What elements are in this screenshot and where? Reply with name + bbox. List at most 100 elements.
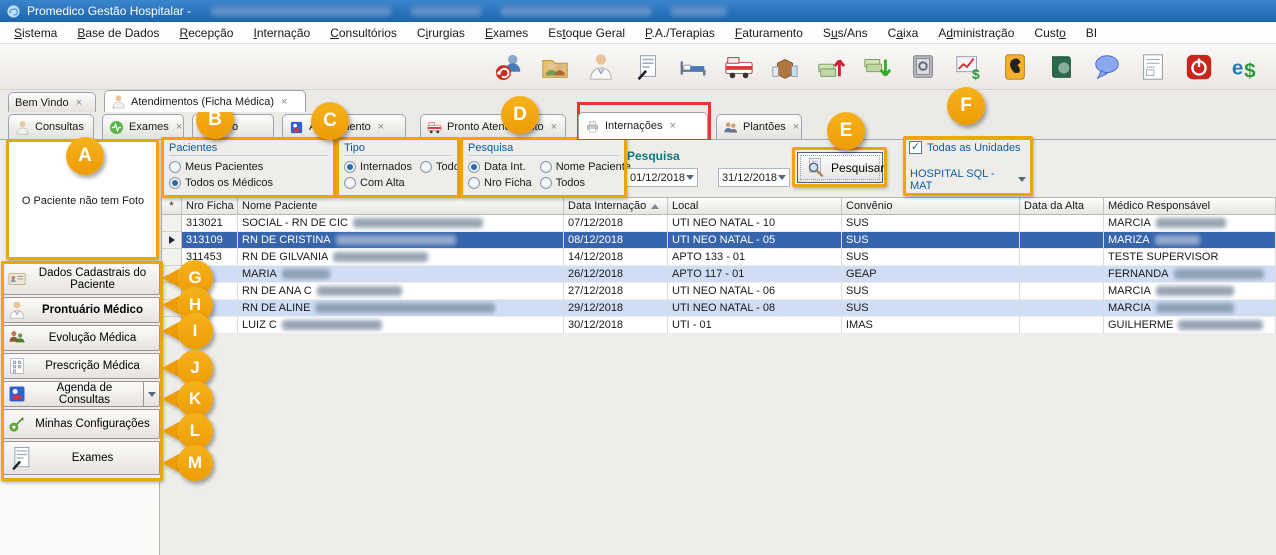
sidebar-button[interactable]: Prontuário Médico xyxy=(3,297,160,323)
cell-data-alta xyxy=(1020,249,1104,266)
menu-item[interactable]: Exames xyxy=(475,23,538,43)
toolbar-button[interactable] xyxy=(630,49,663,85)
toolbar-button[interactable] xyxy=(814,49,847,85)
menu-item[interactable]: Administração xyxy=(928,23,1024,43)
menu-item[interactable]: Custo xyxy=(1024,23,1075,43)
menu-item-label: Sus/Ans xyxy=(823,26,868,40)
toolbar-button[interactable] xyxy=(1044,49,1077,85)
table-row[interactable]: 31 RN DE ALINE 29/12/2018 UTI NEO NATAL … xyxy=(162,300,1276,317)
pesquisa-groupbox: Pesquisa Data Int. Nome Paciente Nro Fic… xyxy=(462,139,625,196)
date-from-input[interactable]: 01/12/2018 xyxy=(626,168,698,187)
column-header-medico[interactable]: Médico Responsável xyxy=(1104,198,1276,215)
sidebar-button[interactable]: Exames xyxy=(3,441,160,475)
table-row[interactable]: LUIZ C 30/12/2018 UTI - 01 IMAS GUILHERM… xyxy=(162,317,1276,334)
column-header-data-alta[interactable]: Data da Alta xyxy=(1020,198,1104,215)
menu-item[interactable]: BI xyxy=(1076,23,1107,43)
close-icon[interactable] xyxy=(378,121,384,133)
menu-item[interactable]: Faturamento xyxy=(725,23,813,43)
unit-select[interactable]: HOSPITAL SQL - MAT xyxy=(907,170,1029,189)
toolbar-button[interactable] xyxy=(492,49,525,85)
toolbar-button[interactable] xyxy=(538,49,571,85)
sidebar-button[interactable]: Agenda de Consultas xyxy=(3,381,160,407)
close-icon[interactable] xyxy=(76,97,82,109)
menu-item[interactable]: P.A./Terapias xyxy=(635,23,725,43)
column-header-nro-ficha[interactable]: Nro Ficha xyxy=(182,198,238,215)
close-icon[interactable] xyxy=(669,120,675,132)
radio-icon xyxy=(420,161,432,173)
column-header-convenio[interactable]: Convênio xyxy=(842,198,1020,215)
toolbar-button[interactable] xyxy=(584,49,617,85)
table-row[interactable]: 3 RN DE ANA C 27/12/2018 UTI NEO NATAL -… xyxy=(162,283,1276,300)
main-tab[interactable]: Bem Vindo xyxy=(8,92,96,112)
toolbar-button[interactable] xyxy=(998,49,1031,85)
toolbar-button[interactable] xyxy=(768,49,801,85)
column-header-data-internacao[interactable]: Data Internação xyxy=(564,198,668,215)
all-units-checkbox[interactable]: Todas as Unidades xyxy=(909,141,1021,154)
redacted-name xyxy=(1155,235,1200,245)
toolbar-button[interactable] xyxy=(1182,49,1215,85)
sub-tab[interactable]: Pronto Atendimento xyxy=(420,114,566,139)
sub-tab[interactable]: Exames xyxy=(102,114,184,139)
redacted-name xyxy=(1174,269,1264,279)
radio-option[interactable]: Todos xyxy=(420,161,465,173)
table-row[interactable]: 313021 SOCIAL - RN DE CIC 07/12/2018 UTI… xyxy=(162,215,1276,232)
radio-option[interactable]: Internados xyxy=(344,161,412,173)
invoice-icon xyxy=(1138,52,1168,82)
radio-option[interactable]: Nome Paciente xyxy=(540,161,631,173)
toolbar-button[interactable]: e$ xyxy=(1228,49,1261,85)
toolbar-button[interactable] xyxy=(906,49,939,85)
menu-item[interactable]: Cirurgias xyxy=(407,23,475,43)
menu-item[interactable]: Base de Dados xyxy=(67,23,169,43)
cell-data-internacao: 30/12/2018 xyxy=(564,317,668,334)
sidebar-button[interactable]: Minhas Configurações xyxy=(3,409,160,439)
cell-local: UTI NEO NATAL - 08 xyxy=(668,300,842,317)
sub-tab[interactable]: Plantões xyxy=(716,114,802,139)
table-row[interactable]: MARIA 26/12/2018 APTO 117 - 01 GEAP FERN… xyxy=(162,266,1276,283)
sub-tab[interactable]: Consultas xyxy=(8,114,94,139)
radio-icon xyxy=(344,161,356,173)
table-row[interactable]: 313109 RN DE CRISTINA 08/12/2018 UTI NEO… xyxy=(162,232,1276,249)
column-header-nome-paciente[interactable]: Nome Paciente xyxy=(238,198,564,215)
toolbar-button[interactable] xyxy=(1136,49,1169,85)
sub-tab[interactable]: Internações xyxy=(578,112,708,139)
pesquisar-button[interactable]: Pesquisar xyxy=(797,152,883,183)
menu-item[interactable]: Caixa xyxy=(878,23,929,43)
radio-option[interactable]: Com Alta xyxy=(344,177,412,189)
chevron-down-icon[interactable] xyxy=(778,175,786,180)
radio-option[interactable]: Nro Ficha xyxy=(468,177,532,189)
menu-item[interactable]: Sistema xyxy=(4,23,67,43)
finance-chart-icon: $ xyxy=(954,52,984,82)
cell-convenio: SUS xyxy=(842,283,1020,300)
chevron-down-icon[interactable] xyxy=(686,175,694,180)
radio-option[interactable]: Data Int. xyxy=(468,161,532,173)
toolbar-button[interactable] xyxy=(722,49,755,85)
toolbar-button[interactable] xyxy=(1090,49,1123,85)
menu-item[interactable]: Internação xyxy=(243,23,320,43)
menu-item[interactable]: Consultórios xyxy=(320,23,407,43)
menu-item[interactable]: Sus/Ans xyxy=(813,23,878,43)
close-icon[interactable] xyxy=(793,121,799,133)
main-tab[interactable]: Atendimentos (Ficha Médica) xyxy=(104,90,306,112)
close-icon[interactable] xyxy=(176,121,182,133)
sidebar-button[interactable]: Dados Cadastrais do Paciente xyxy=(3,263,160,295)
sidebar-button[interactable]: Evolução Médica xyxy=(3,325,160,351)
table-row[interactable]: 311453 RN DE GILVANIA 14/12/2018 APTO 13… xyxy=(162,249,1276,266)
chevron-down-icon[interactable] xyxy=(1018,177,1026,182)
radio-option[interactable]: Meus Pacientes xyxy=(169,161,328,173)
radio-option[interactable]: Todos os Médicos xyxy=(169,177,328,189)
power-icon xyxy=(1184,52,1214,82)
radio-option[interactable]: Todos xyxy=(540,177,631,189)
split-dropdown[interactable] xyxy=(143,382,159,406)
close-icon[interactable] xyxy=(551,121,557,133)
toolbar-button[interactable] xyxy=(860,49,893,85)
toolbar-button[interactable] xyxy=(676,49,709,85)
column-header-local[interactable]: Local xyxy=(668,198,842,215)
sidebar-button[interactable]: Prescrição Médica xyxy=(3,353,160,379)
close-icon[interactable] xyxy=(281,96,287,108)
toolbar-button[interactable]: $ xyxy=(952,49,985,85)
menu-item[interactable]: Recepção xyxy=(169,23,243,43)
sort-asc-icon xyxy=(651,204,659,209)
date-to-input[interactable]: 31/12/2018 xyxy=(718,168,790,187)
menu-item[interactable]: Estoque Geral xyxy=(538,23,635,43)
checkbox-icon[interactable] xyxy=(909,141,922,154)
